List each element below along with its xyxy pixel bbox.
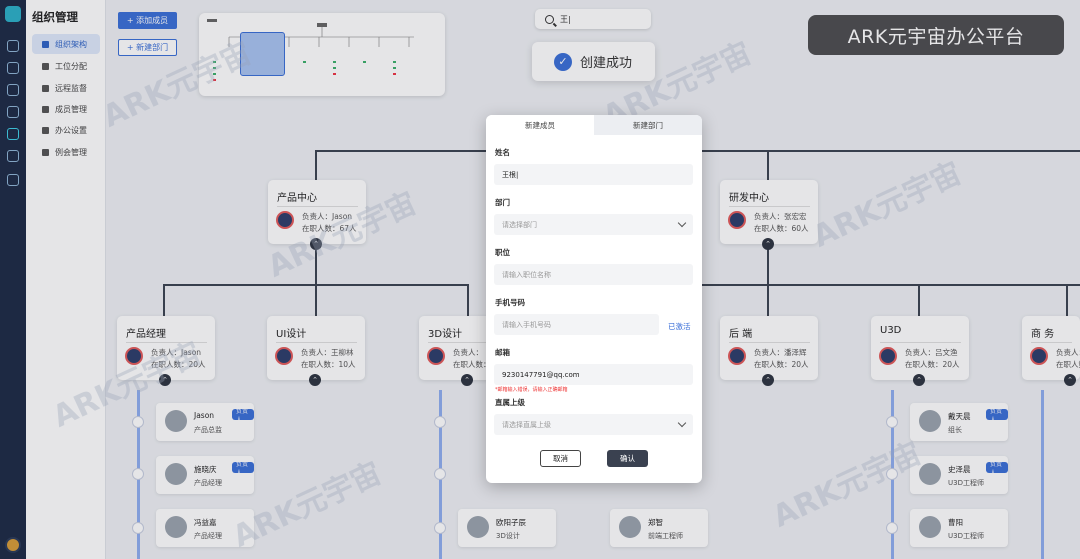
- position-label: 职位: [495, 248, 510, 257]
- tab-new-dept[interactable]: 新建部门: [594, 115, 702, 135]
- dept-select[interactable]: 请选择部门: [494, 214, 693, 235]
- email-error-text: *邮箱输入错误，请输入正确邮箱: [495, 387, 568, 393]
- dialog-tabs: 新建成员 新建部门: [486, 115, 702, 135]
- position-field[interactable]: 请输入职位名称: [494, 264, 693, 285]
- tab-new-member[interactable]: 新建成员: [486, 115, 594, 135]
- email-field[interactable]: 923014779​1@qq.com: [494, 364, 693, 385]
- manager-select[interactable]: 请选择直属上级: [494, 414, 693, 435]
- name-label: 姓名: [495, 148, 510, 157]
- manager-label: 直属上级: [495, 398, 525, 407]
- phone-activated-status: 已激活: [668, 322, 691, 331]
- phone-field[interactable]: 请输入手机号码: [494, 314, 659, 335]
- dept-label: 部门: [495, 198, 510, 207]
- confirm-button[interactable]: 确认: [607, 450, 648, 467]
- email-label: 邮箱: [495, 348, 510, 357]
- name-field[interactable]: 王根|: [494, 164, 693, 185]
- new-member-dialog: 新建成员 新建部门 姓名 王根| 部门 请选择部门 职位 请输入职位名称 手机号…: [486, 115, 702, 483]
- cancel-button[interactable]: 取消: [540, 450, 581, 467]
- chevron-down-icon: [677, 218, 687, 228]
- phone-label: 手机号码: [495, 298, 525, 307]
- chevron-down-icon: [677, 418, 687, 428]
